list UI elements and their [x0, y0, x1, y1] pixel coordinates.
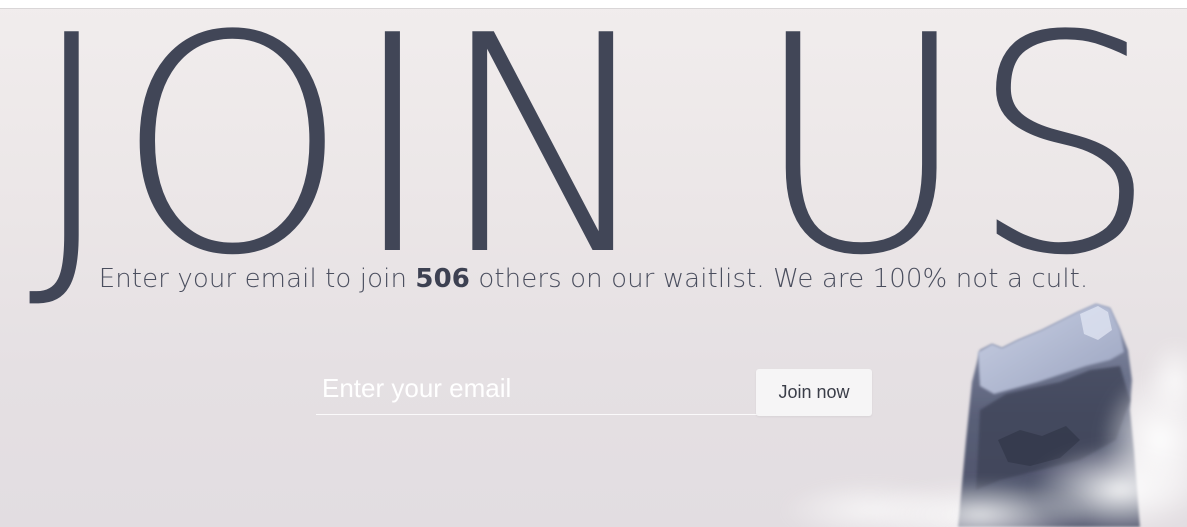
waitlist-form: Join now: [316, 362, 876, 418]
join-now-button[interactable]: Join now: [756, 369, 872, 416]
subtitle-prefix: Enter your email to join: [98, 264, 416, 294]
waitlist-count: 506: [415, 264, 470, 294]
email-input[interactable]: [316, 362, 762, 415]
hero-title: JOIN US: [28, 0, 1158, 321]
